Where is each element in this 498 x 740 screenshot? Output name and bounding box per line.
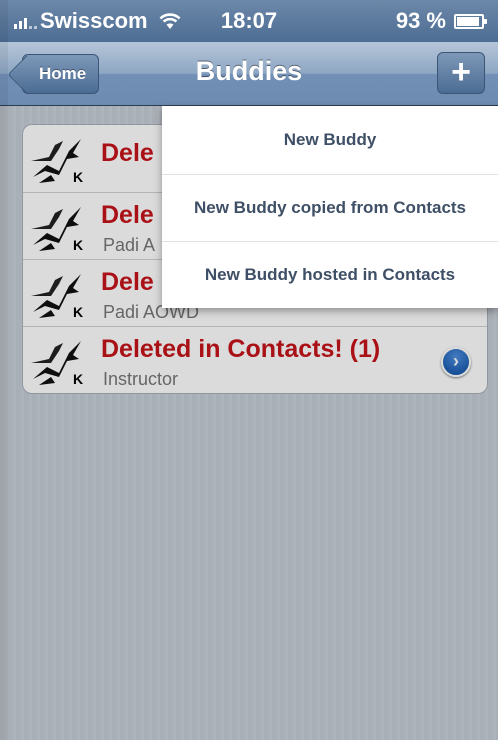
battery-fill: [457, 16, 480, 26]
menu-item-copied-from-contacts[interactable]: New Buddy copied from Contacts: [162, 174, 498, 241]
left-edge-shadow: [0, 0, 8, 740]
page-title: Buddies: [195, 56, 303, 86]
menu-item-hosted-in-contacts[interactable]: New Buddy hosted in Contacts: [162, 241, 498, 308]
menu-item-new-buddy[interactable]: New Buddy: [162, 106, 498, 174]
plus-icon: +: [451, 53, 471, 91]
navigation-bar: Home Buddies +: [0, 42, 498, 106]
add-buddy-menu: New Buddy New Buddy copied from Contacts…: [162, 106, 498, 308]
add-buddy-button[interactable]: +: [437, 52, 485, 94]
status-bar: Swisscom 18:07 93 %: [0, 0, 498, 42]
battery-icon: [454, 13, 487, 29]
status-right: 93 %: [395, 8, 487, 34]
battery-percentage: 93 %: [395, 8, 446, 33]
screen: Swisscom 18:07 93 % Home Buddies + K Del…: [0, 0, 498, 740]
